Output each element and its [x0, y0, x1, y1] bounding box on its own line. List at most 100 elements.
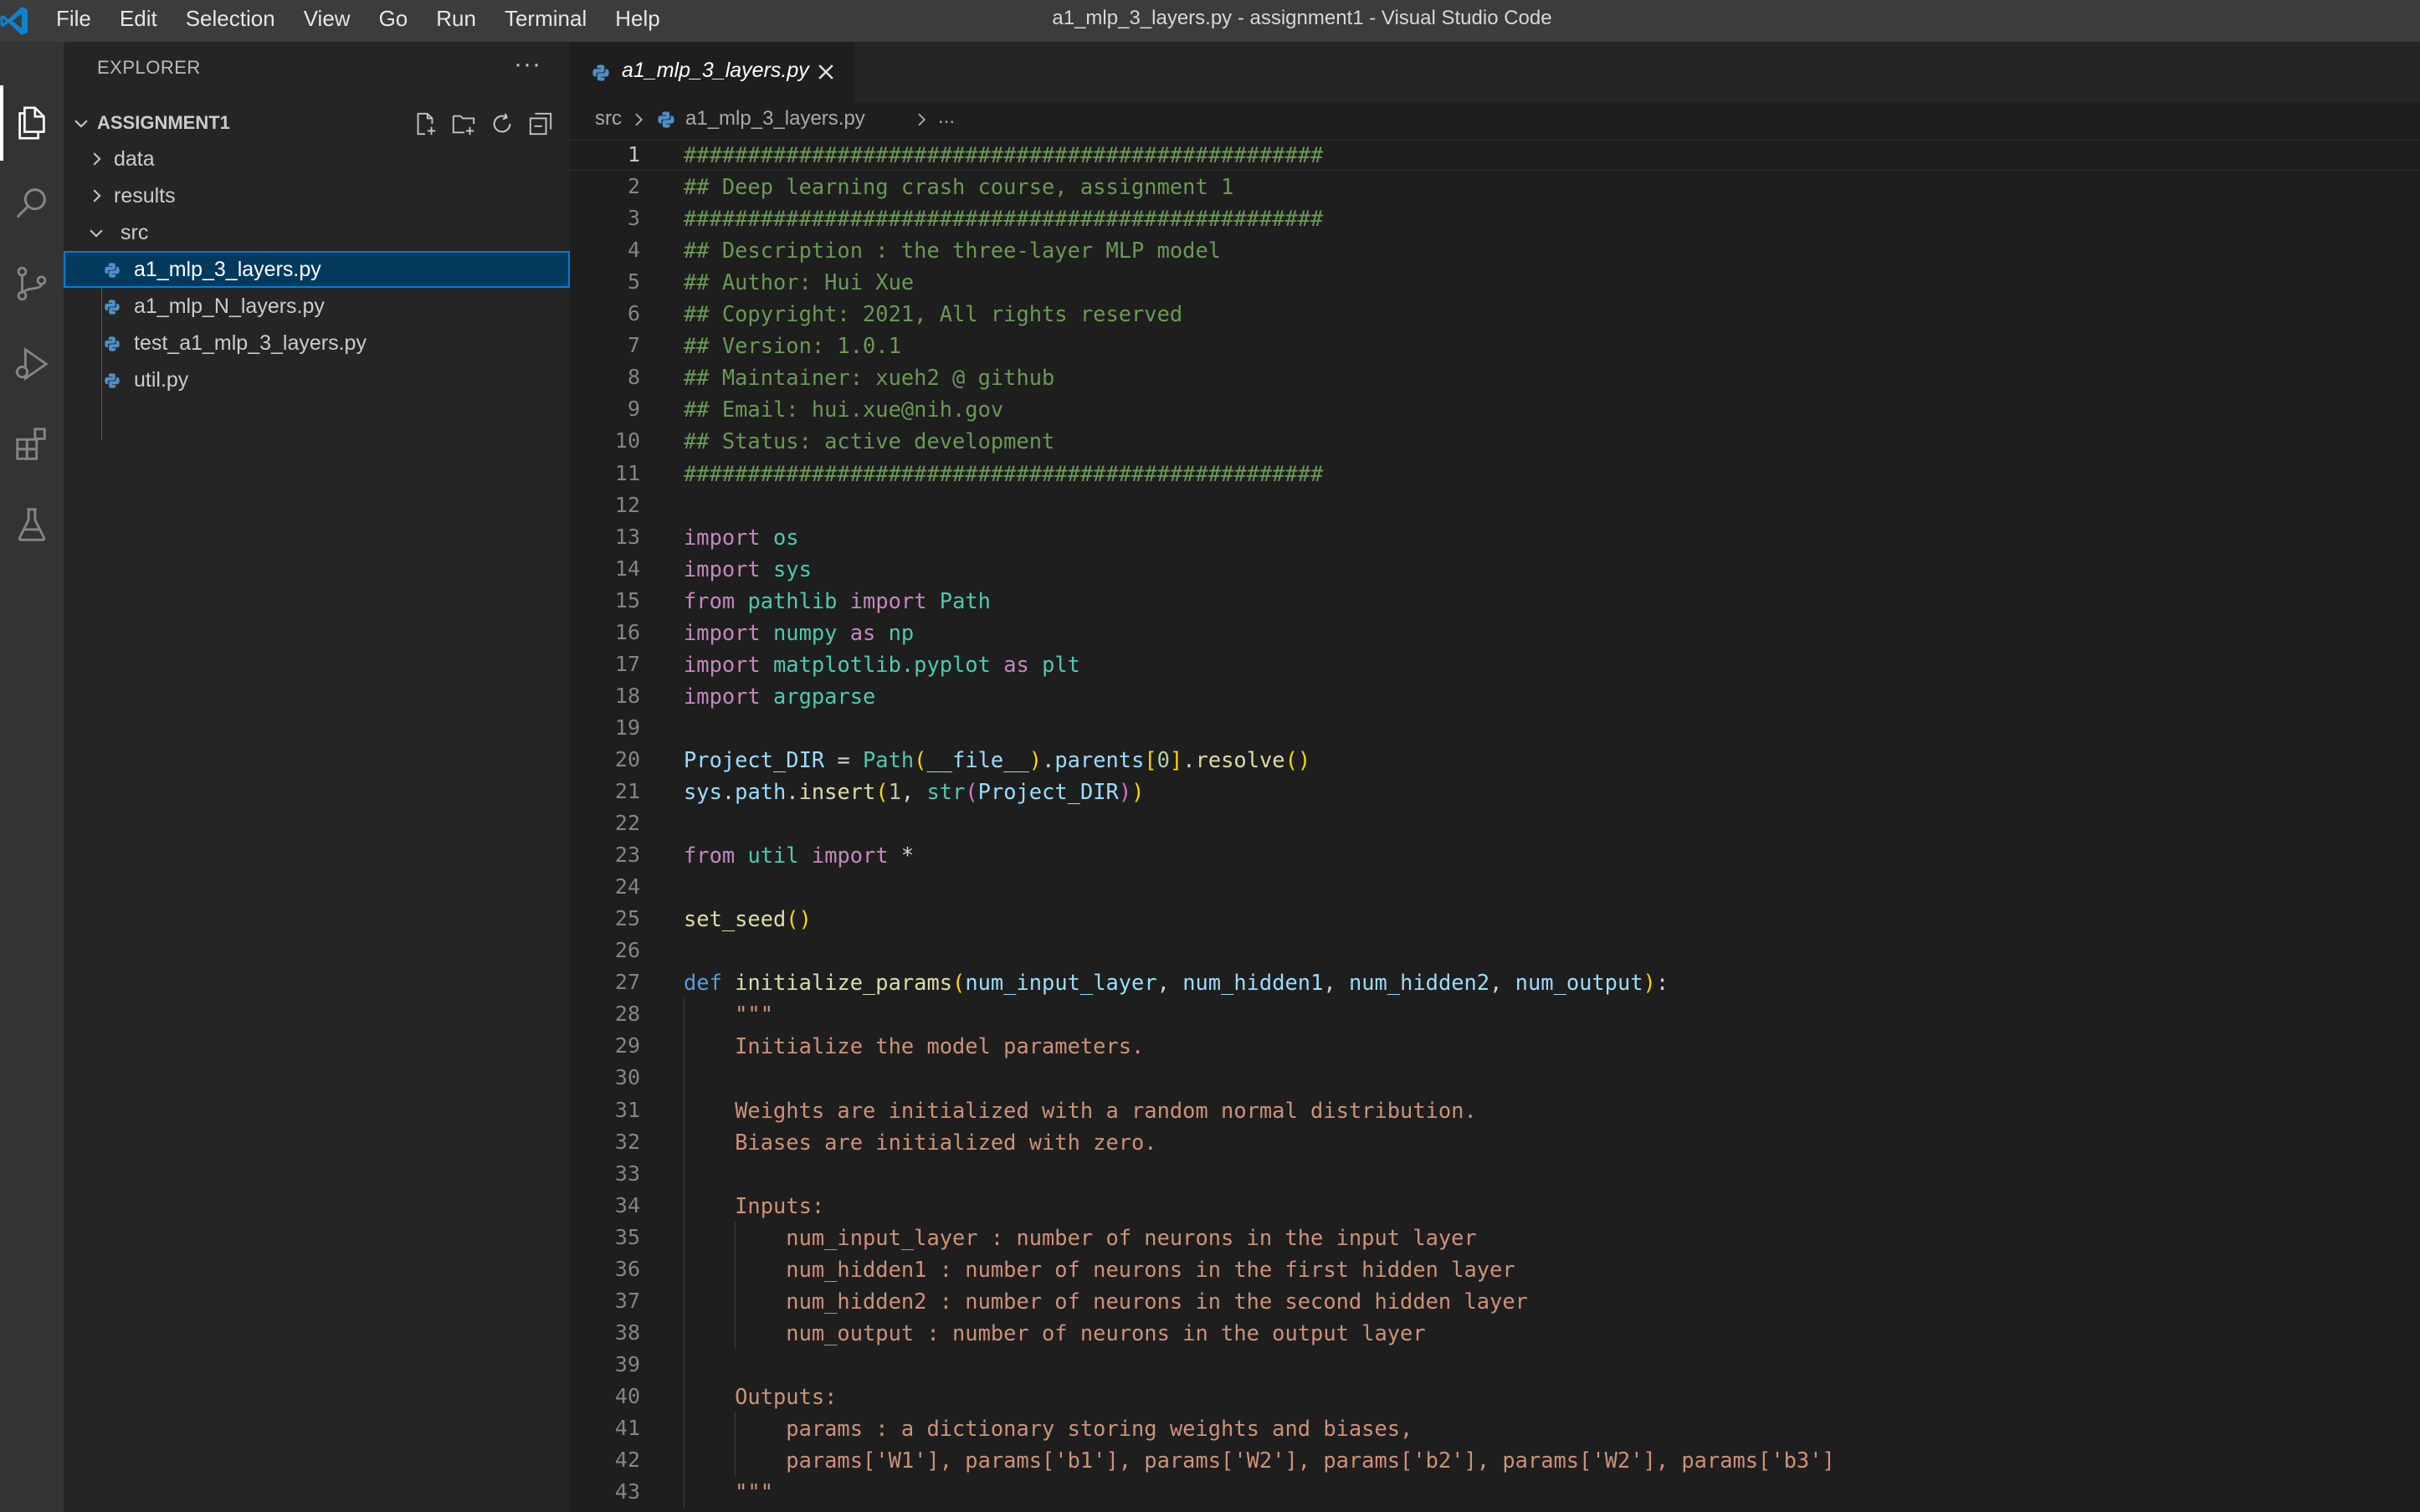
tree-file-a1-mlp-n-layers[interactable]: a1_mlp_N_layers.py: [64, 288, 570, 325]
code-token: sys: [773, 556, 812, 582]
line-number: 15: [614, 587, 640, 612]
code-token: num_hidden2 : number of neurons in the s…: [684, 1288, 1528, 1314]
code-token: os: [773, 524, 799, 550]
code-token: ): [1643, 970, 1656, 996]
code-token: 1: [888, 779, 901, 804]
tree-file-test-a1-mlp-3-layers[interactable]: test_a1_mlp_3_layers.py: [64, 325, 570, 361]
code-line: ## Description : the three-layer MLP mod…: [684, 234, 1221, 266]
code-token: Inputs:: [684, 1192, 825, 1218]
code-line: Biases are initialized with zero.: [684, 1126, 1156, 1158]
new-file-icon: [417, 112, 436, 136]
code-token: num_output : number of neurons in the ou…: [684, 1320, 1426, 1345]
line-number: 1: [627, 142, 640, 167]
code-line: ## Status: active development: [684, 425, 1054, 457]
python-file-icon: [592, 64, 609, 81]
new-file-button[interactable]: [410, 109, 440, 139]
code-line: Weights are initialized with a random no…: [684, 1094, 1477, 1126]
python-file-icon: [658, 111, 674, 128]
tree-folder-data[interactable]: data: [64, 141, 570, 177]
source-control-icon[interactable]: [0, 246, 64, 321]
collapse-folders-button[interactable]: [526, 109, 556, 139]
tree-item-label: test_a1_mlp_3_layers.py: [134, 331, 367, 355]
menu-help[interactable]: Help: [601, 0, 674, 42]
code-token: ): [1028, 746, 1043, 772]
testing-icon[interactable]: [0, 487, 64, 562]
menu-selection[interactable]: Selection: [172, 0, 290, 42]
line-number: 12: [614, 492, 640, 517]
code-token: num_hidden1 : number of neurons in the f…: [684, 1256, 1515, 1282]
tree-file-util[interactable]: util.py: [64, 361, 570, 398]
code-line: params['W1'], params['b1'], params['W2']…: [684, 1444, 1835, 1476]
code-line: from util import *: [684, 839, 914, 871]
breadcrumb-symbols[interactable]: ...: [938, 105, 955, 129]
tree-item-label: results: [114, 184, 176, 208]
code-token: .: [1182, 746, 1196, 772]
line-number: 19: [614, 715, 640, 740]
refresh-explorer-button[interactable]: [487, 109, 517, 139]
code-editor[interactable]: 1 2 3 4 5 6 7 8 9 10 11 12 13 14 15 16 17 18 19 20 21 22 23 24 2…: [570, 139, 2420, 1512]
code-token: ,: [1489, 970, 1515, 996]
search-icon[interactable]: [0, 166, 64, 241]
code-token: (: [914, 746, 927, 772]
menu-file[interactable]: File: [42, 0, 105, 42]
close-icon[interactable]: [814, 60, 838, 84]
code-line: import matplotlib.pyplot as plt: [684, 648, 1080, 680]
extensions-icon[interactable]: [0, 407, 64, 482]
code-token: insert: [798, 779, 876, 804]
line-number: 13: [614, 524, 640, 549]
line-number: 18: [614, 683, 640, 708]
code-token: Weights are initialized with a random no…: [684, 1097, 1477, 1123]
line-number: 2: [627, 174, 640, 199]
more-actions-button[interactable]: ···: [514, 50, 541, 79]
run-debug-icon[interactable]: [0, 326, 64, 402]
line-number: 28: [614, 1002, 640, 1027]
python-file-icon: [105, 263, 120, 278]
menu-go[interactable]: Go: [365, 0, 423, 42]
code-line: num_output : number of neurons in the ou…: [684, 1317, 1426, 1349]
chevron-right-icon: [93, 189, 101, 202]
code-line: ## Author: Hui Xue: [684, 266, 914, 298]
code-token: ]: [1169, 746, 1183, 772]
code-line: Inputs:: [684, 1190, 824, 1222]
code-token: (: [875, 779, 889, 804]
code-token: import: [684, 619, 761, 645]
line-number: 4: [627, 238, 640, 263]
menu-edit[interactable]: Edit: [105, 0, 172, 42]
breadcrumb-folder[interactable]: src: [595, 107, 622, 131]
code-line: num_input_layer : number of neurons in t…: [684, 1222, 1477, 1253]
tree-folder-results[interactable]: results: [64, 177, 570, 214]
code-token: np: [888, 619, 915, 645]
menu-view[interactable]: View: [290, 0, 365, 42]
code-token: resolve: [1195, 746, 1285, 772]
code-line: ########################################…: [684, 139, 1323, 171]
breadcrumb-file[interactable]: a1_mlp_3_layers.py: [685, 107, 865, 131]
tab-a1-mlp-3-layers[interactable]: a1_mlp_3_layers.py: [570, 42, 854, 102]
line-number: 34: [614, 1192, 640, 1217]
code-token: """: [684, 1002, 774, 1028]
line-number: 35: [614, 1224, 640, 1249]
explorer-icon[interactable]: [0, 85, 64, 161]
tree-folder-src[interactable]: src: [64, 214, 570, 251]
line-number: 24: [614, 874, 640, 900]
line-number: 38: [614, 1320, 640, 1345]
new-folder-button[interactable]: [449, 109, 479, 139]
code-token: num_input_layer : number of neurons in t…: [684, 1224, 1477, 1250]
code-token: as: [849, 619, 876, 645]
menu-run[interactable]: Run: [422, 0, 490, 42]
tree-file-a1-mlp-3-layers[interactable]: a1_mlp_3_layers.py: [64, 251, 570, 288]
code-token: pathlib: [747, 587, 838, 613]
code-line: ########################################…: [684, 458, 1323, 489]
line-number: 43: [614, 1479, 640, 1504]
code-token: initialize_params: [735, 970, 953, 996]
code-token: str: [926, 779, 966, 804]
chevron-down-icon: [90, 229, 103, 238]
menu-terminal[interactable]: Terminal: [490, 0, 601, 42]
line-number: 22: [614, 811, 640, 836]
workspace-name: ASSIGNMENT1: [97, 112, 230, 133]
workspace-header[interactable]: ASSIGNMENT1: [64, 107, 570, 141]
